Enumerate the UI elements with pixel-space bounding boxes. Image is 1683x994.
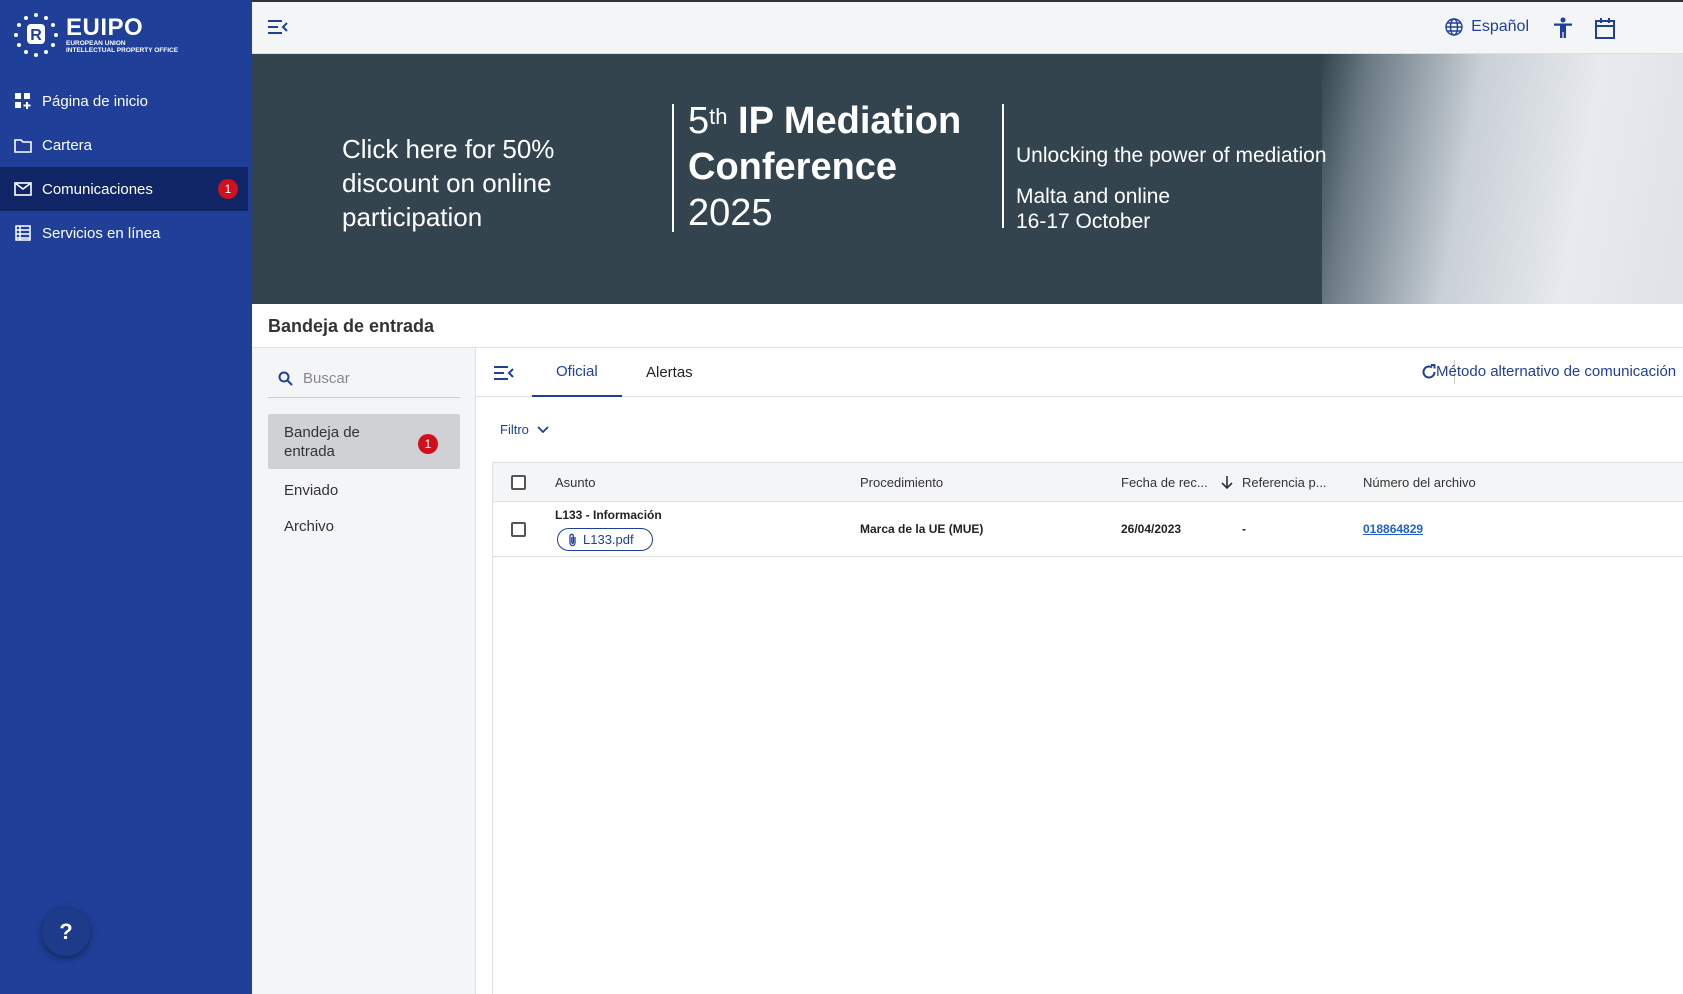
column-header-reference[interactable]: Referencia p... [1242, 475, 1327, 490]
filter-toggle[interactable]: Filtro [500, 422, 549, 437]
title-main: IP Mediation [727, 100, 962, 142]
tab-alertas[interactable]: Alertas [622, 348, 717, 397]
language-label: Español [1471, 18, 1529, 35]
title-num: 5 [688, 100, 710, 142]
sidebar-item-servicios[interactable]: Servicios en línea [0, 211, 248, 255]
app-root: R EUIPO EUROPEAN UNION INTELLECTUAL PROP… [0, 0, 1683, 994]
file-number-link[interactable]: 018864829 [1363, 522, 1423, 536]
attachment-name: L133.pdf [583, 532, 634, 547]
banner-divider [672, 104, 674, 232]
logo-line1: EUROPEAN UNION [66, 39, 126, 47]
globe-icon [1445, 18, 1463, 36]
svg-text:R: R [30, 27, 42, 44]
help-button[interactable]: ? [42, 908, 90, 956]
table-row[interactable]: L133 - Información L133.pdf Marca de la … [493, 502, 1683, 557]
row-date: 26/04/2023 [1121, 522, 1182, 536]
handshake-photo [1322, 54, 1683, 304]
folder-item-inbox[interactable]: Bandeja de entrada 1 [268, 414, 460, 469]
sort-desc-icon [1221, 476, 1233, 490]
language-selector[interactable]: Español [1445, 18, 1529, 36]
row-checkbox[interactable] [511, 522, 526, 537]
sidebar-item-label: Cartera [42, 136, 93, 154]
message-list-panel: Oficial Alertas Método alternativo de co… [476, 347, 1683, 994]
sidebar-item-comunicaciones[interactable]: Comunicaciones 1 [0, 167, 248, 211]
folder-item-sent[interactable]: Enviado [268, 474, 460, 506]
table-header: Asunto Procedimiento Fecha de rec... Ref… [493, 462, 1683, 502]
messages-table: Asunto Procedimiento Fecha de rec... Ref… [492, 462, 1683, 994]
folder-icon [14, 136, 32, 154]
menu-collapse-icon[interactable] [268, 20, 288, 39]
folder-pane: Bandeja de entrada 1 Enviado Archivo [252, 347, 476, 994]
logo-name: EUIPO [66, 13, 144, 41]
sidebar-item-label: Servicios en línea [42, 224, 161, 242]
sidebar-item-cartera[interactable]: Cartera [0, 123, 248, 167]
chevron-down-icon [537, 425, 549, 433]
title-sup: th [709, 104, 728, 129]
tab-oficial[interactable]: Oficial [532, 348, 622, 397]
list-icon [14, 224, 32, 242]
notification-badge: 1 [418, 434, 438, 454]
search-input[interactable] [303, 370, 453, 387]
sidebar: R EUIPO EUROPEAN UNION INTELLECTUAL PROP… [0, 0, 252, 994]
folder-label: Bandeja de entrada [284, 423, 360, 460]
sidebar-item-home[interactable]: Página de inicio [0, 79, 248, 123]
banner-place: Malta and online 16-17 October [1016, 184, 1170, 234]
row-procedure: Marca de la UE (MUE) [860, 522, 984, 536]
folder-item-archive[interactable]: Archivo [268, 510, 460, 542]
dashboard-icon [14, 92, 32, 110]
folder-label: Archivo [284, 517, 335, 535]
accessibility-icon[interactable] [1553, 17, 1573, 44]
topbar: Español [252, 0, 1683, 54]
attachment-chip[interactable]: L133.pdf [557, 528, 653, 551]
notification-badge: 1 [218, 179, 238, 199]
alternative-method-link[interactable]: Método alternativo de comunicación [1436, 363, 1676, 380]
column-header-subject[interactable]: Asunto [555, 475, 595, 490]
title-line2: Conference [688, 146, 898, 188]
select-all-checkbox[interactable] [511, 475, 526, 490]
banner-cta[interactable]: Click here for 50% discount on online pa… [342, 132, 652, 234]
page-title: Bandeja de entrada [268, 316, 435, 336]
search-icon [278, 371, 293, 386]
euipo-logo[interactable]: R EUIPO EUROPEAN UNION INTELLECTUAL PROP… [12, 10, 232, 60]
banner-location: Malta and online [1016, 185, 1171, 208]
filter-label: Filtro [500, 422, 529, 437]
column-header-date[interactable]: Fecha de rec... [1121, 475, 1233, 490]
row-subject[interactable]: L133 - Información [555, 508, 662, 522]
folder-label: Enviado [284, 481, 339, 499]
banner-tagline: Unlocking the power of mediation [1016, 144, 1327, 167]
column-header-procedure[interactable]: Procedimiento [860, 475, 943, 490]
logo-line2: INTELLECTUAL PROPERTY OFFICE [66, 47, 179, 54]
banner-divider [1002, 104, 1004, 228]
refresh-icon[interactable] [1421, 364, 1437, 385]
column-header-file-number[interactable]: Número del archivo [1363, 475, 1476, 490]
row-reference: - [1242, 522, 1246, 536]
mail-icon [14, 180, 32, 198]
title-year: 2025 [688, 192, 773, 234]
sidebar-item-label: Comunicaciones [42, 180, 153, 198]
calendar-icon[interactable] [1595, 17, 1615, 44]
banner-title: 5th IP Mediation Conference 2025 [688, 98, 961, 236]
column-header-date-label: Fecha de rec... [1121, 475, 1208, 490]
euipo-star-logo-icon: R [12, 11, 60, 59]
sidebar-item-label: Página de inicio [42, 92, 148, 110]
paperclip-icon [569, 533, 576, 546]
banner-dates: 16-17 October [1016, 210, 1151, 233]
tab-bar: Oficial Alertas Método alternativo de co… [476, 348, 1683, 397]
menu-collapse-icon[interactable] [494, 366, 514, 385]
search-box[interactable] [268, 360, 460, 398]
conference-banner[interactable]: Click here for 50% discount on online pa… [252, 54, 1683, 304]
